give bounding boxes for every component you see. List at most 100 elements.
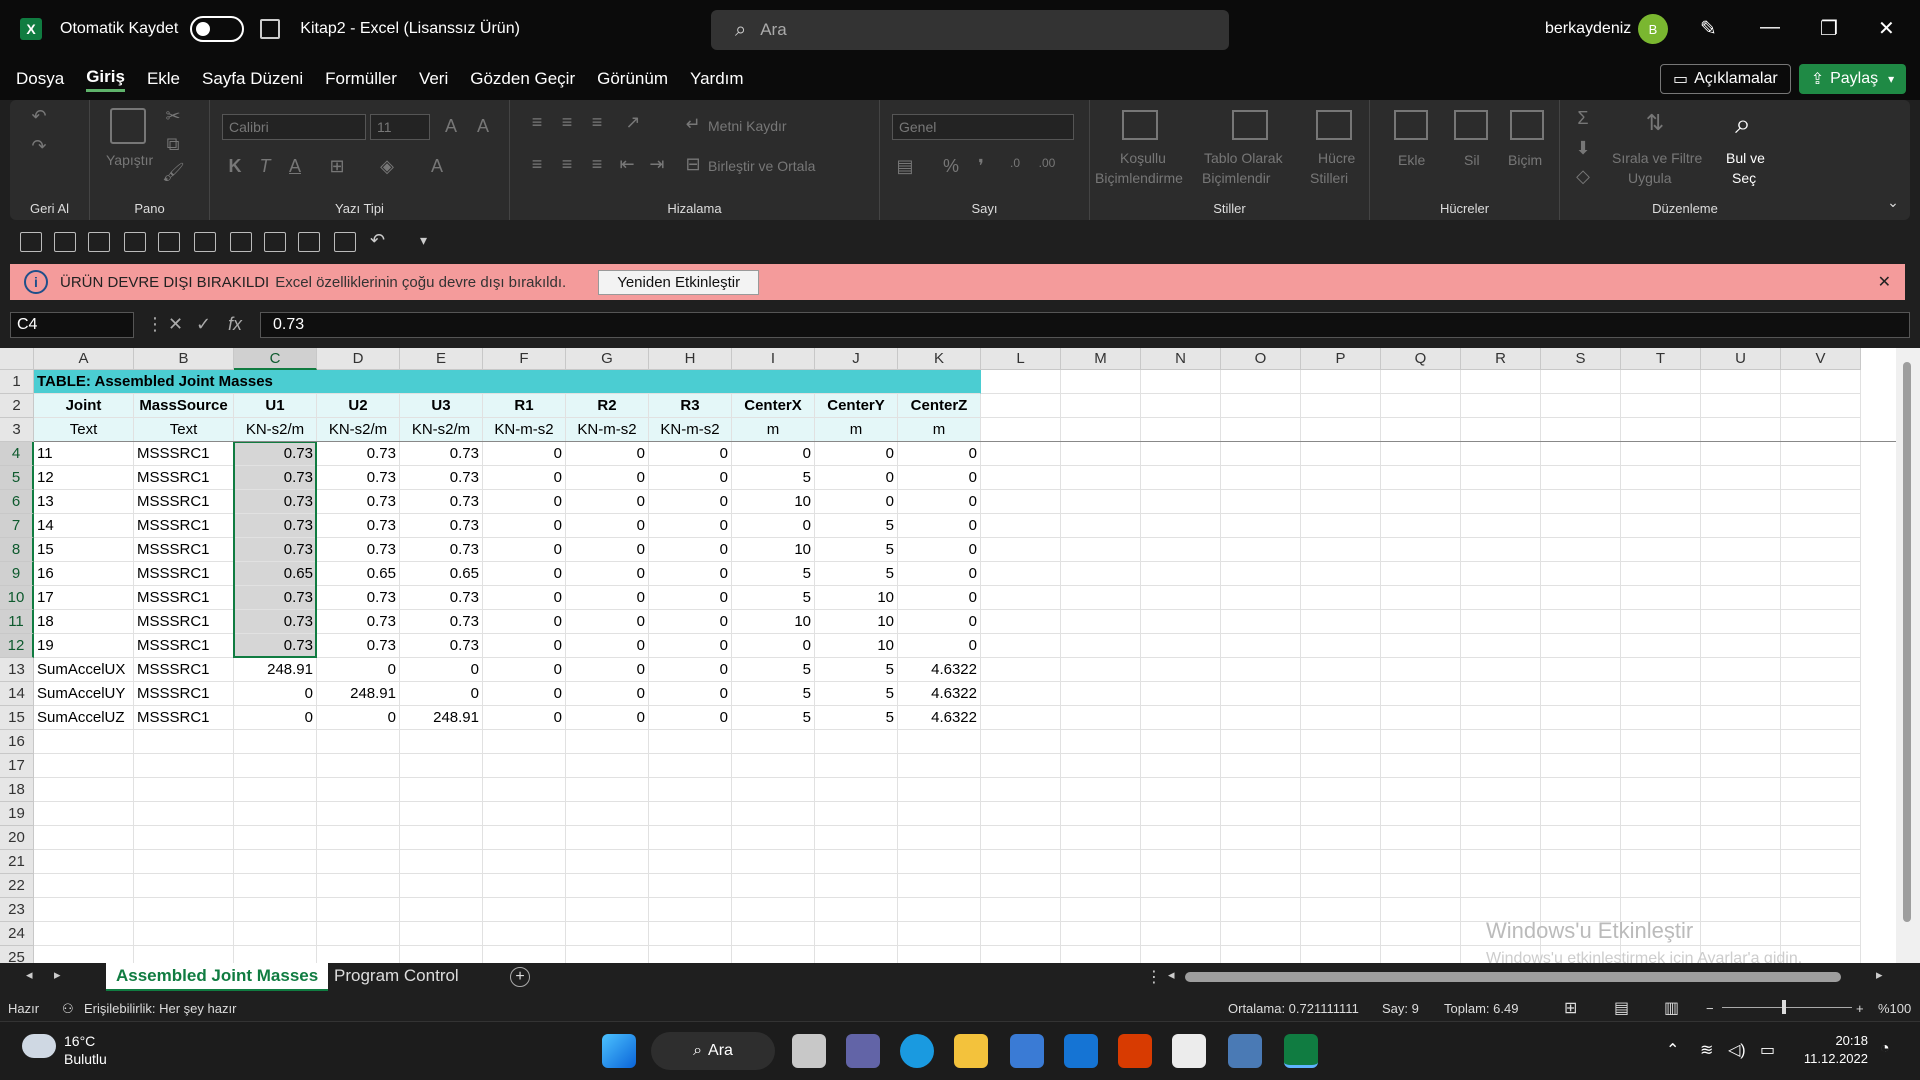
empty-cell[interactable] (1621, 634, 1701, 658)
empty-cell[interactable] (1541, 538, 1621, 562)
table-header-cell[interactable]: CenterX (732, 394, 815, 418)
empty-cell[interactable] (732, 826, 815, 850)
empty-cell[interactable] (1701, 778, 1781, 802)
accessibility-status[interactable]: Erişilebilirlik: Her şey hazır (84, 1001, 236, 1016)
edge-icon[interactable] (900, 1034, 934, 1068)
empty-cell[interactable] (317, 946, 400, 963)
empty-cell[interactable] (1301, 634, 1381, 658)
data-cell[interactable]: 0.73 (317, 490, 400, 514)
data-cell[interactable]: 0 (234, 682, 317, 706)
data-cell[interactable]: 5 (815, 562, 898, 586)
empty-cell[interactable] (1301, 538, 1381, 562)
empty-cell[interactable] (1061, 850, 1141, 874)
empty-cell[interactable] (1221, 586, 1301, 610)
cell-styles-icon[interactable] (1316, 110, 1352, 140)
empty-cell[interactable] (649, 898, 732, 922)
empty-cell[interactable] (1381, 658, 1461, 682)
empty-cell[interactable] (649, 754, 732, 778)
data-cell[interactable]: 0 (815, 442, 898, 466)
empty-cell[interactable] (1381, 730, 1461, 754)
empty-cell[interactable] (1221, 946, 1301, 963)
empty-cell[interactable] (1621, 730, 1701, 754)
empty-cell[interactable] (1141, 466, 1221, 490)
data-cell[interactable]: 0 (649, 634, 732, 658)
cloud-icon[interactable] (22, 1034, 56, 1058)
empty-cell[interactable] (1781, 490, 1861, 514)
data-cell[interactable]: 0.73 (234, 610, 317, 634)
row-header-19[interactable]: 19 (0, 802, 34, 826)
empty-cell[interactable] (981, 730, 1061, 754)
empty-cell[interactable] (1541, 730, 1621, 754)
empty-cell[interactable] (1141, 538, 1221, 562)
empty-cell[interactable] (1221, 466, 1301, 490)
data-cell[interactable]: 0 (483, 538, 566, 562)
empty-cell[interactable] (400, 802, 483, 826)
empty-cell[interactable] (815, 874, 898, 898)
conditional-format-label-1[interactable]: Koşullu (1120, 150, 1166, 166)
empty-cell[interactable] (400, 898, 483, 922)
data-cell[interactable]: 12 (34, 466, 134, 490)
empty-cell[interactable] (1301, 802, 1381, 826)
scroll-right-icon[interactable]: ▸ (1876, 967, 1883, 983)
empty-cell[interactable] (1301, 514, 1381, 538)
qat-tool-3-icon[interactable] (88, 232, 110, 252)
fill-icon[interactable]: ⬇ (1572, 138, 1594, 160)
data-cell[interactable]: 0.73 (234, 466, 317, 490)
empty-cell[interactable] (1061, 706, 1141, 730)
row-header-12[interactable]: 12 (0, 634, 34, 658)
qat-tool-8-icon[interactable] (264, 232, 286, 252)
column-header-c[interactable]: C (234, 348, 317, 370)
data-cell[interactable]: 0 (649, 682, 732, 706)
empty-cell[interactable] (981, 658, 1061, 682)
empty-cell[interactable] (1541, 394, 1621, 418)
empty-cell[interactable] (1781, 370, 1861, 394)
empty-cell[interactable] (1701, 730, 1781, 754)
empty-cell[interactable] (317, 802, 400, 826)
empty-cell[interactable] (1701, 922, 1781, 946)
sap2000-icon[interactable] (1228, 1034, 1262, 1068)
column-header-i[interactable]: I (732, 348, 815, 370)
format-as-table-label-1[interactable]: Tablo Olarak (1204, 150, 1283, 166)
more-icon[interactable]: ⋮ (146, 314, 164, 335)
next-sheet-icon[interactable]: ▸ (54, 967, 61, 983)
table-unit-cell[interactable]: m (732, 418, 815, 442)
data-cell[interactable]: 0.73 (400, 466, 483, 490)
empty-cell[interactable] (1621, 826, 1701, 850)
empty-cell[interactable] (1301, 778, 1381, 802)
empty-cell[interactable] (1781, 898, 1861, 922)
empty-cell[interactable] (400, 754, 483, 778)
empty-cell[interactable] (1781, 466, 1861, 490)
data-cell[interactable]: 0.73 (234, 514, 317, 538)
data-cell[interactable]: 0.65 (234, 562, 317, 586)
empty-cell[interactable] (1541, 706, 1621, 730)
empty-cell[interactable] (981, 442, 1061, 466)
empty-cell[interactable] (1381, 442, 1461, 466)
data-cell[interactable]: SumAccelUY (34, 682, 134, 706)
data-cell[interactable]: MSSSRC1 (134, 514, 234, 538)
empty-cell[interactable] (1461, 730, 1541, 754)
tab-assembled-joint-masses[interactable]: Assembled Joint Masses (106, 963, 329, 991)
data-cell[interactable]: 0.73 (234, 442, 317, 466)
data-cell[interactable]: 0 (483, 442, 566, 466)
zoom-slider-handle[interactable] (1782, 1000, 1786, 1014)
enter-formula-icon[interactable]: ✓ (196, 314, 211, 335)
data-cell[interactable]: 5 (815, 706, 898, 730)
empty-cell[interactable] (815, 922, 898, 946)
data-cell[interactable]: 5 (815, 538, 898, 562)
empty-cell[interactable] (1221, 634, 1301, 658)
increase-font-icon[interactable]: A (440, 116, 462, 138)
empty-cell[interactable] (1621, 802, 1701, 826)
row-header-18[interactable]: 18 (0, 778, 34, 802)
empty-cell[interactable] (1061, 466, 1141, 490)
empty-cell[interactable] (1701, 874, 1781, 898)
comments-button[interactable]: ▭ Açıklamalar (1660, 64, 1791, 94)
empty-cell[interactable] (483, 754, 566, 778)
empty-cell[interactable] (1781, 682, 1861, 706)
empty-cell[interactable] (566, 874, 649, 898)
empty-cell[interactable] (1141, 562, 1221, 586)
empty-cell[interactable] (1301, 706, 1381, 730)
paste-icon[interactable] (110, 108, 146, 144)
empty-cell[interactable] (134, 754, 234, 778)
data-cell[interactable]: 0.73 (317, 466, 400, 490)
clear-icon[interactable]: ◇ (1572, 166, 1594, 188)
